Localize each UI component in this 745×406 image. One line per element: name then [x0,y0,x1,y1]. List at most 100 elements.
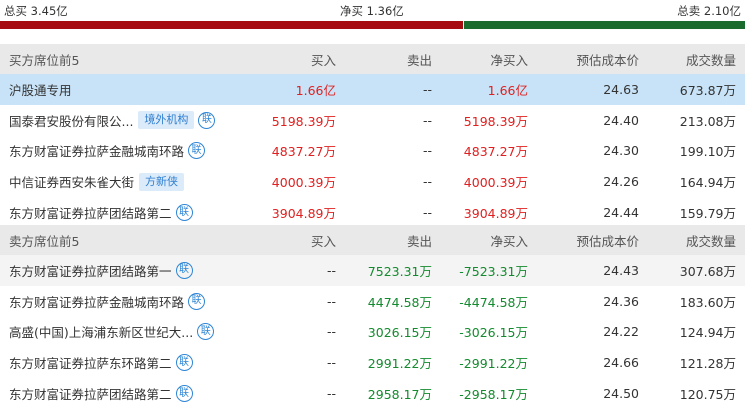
buy-cell: -- [326,293,336,309]
vol-cell: 124.94万 [679,325,736,341]
sell-header-buy: 买入 [310,233,336,249]
buy-cell: 1.66亿 [295,82,336,98]
sell-cell: -- [422,143,432,159]
sell-cell: 3026.15万 [367,325,432,341]
cost-cell: 24.26 [603,174,639,190]
buy-cell: -- [326,386,336,402]
buy-sell-ratio-bar [0,21,745,29]
seat-name-cell[interactable]: 东方财富证券拉萨团结路第二联 [9,384,193,403]
seat-name-cell[interactable]: 东方财富证券拉萨团结路第二联 [9,203,193,222]
buy-cell: -- [326,262,336,278]
vol-cell: 673.87万 [679,82,736,98]
vol-cell: 307.68万 [679,263,736,279]
seat-name-cell[interactable]: 东方财富证券拉萨金融城南环路联 [9,292,206,311]
seat-name: 东方财富证券拉萨金融城南环路 [9,144,185,160]
seat-name: 高盛(中国)上海浦东新区世纪大... [9,325,194,341]
cost-cell: 24.30 [603,143,639,159]
buy-header-sell: 卖出 [406,52,432,68]
sell-header-volume: 成交数量 [685,233,736,249]
cost-cell: 24.63 [603,81,639,97]
net-cell: -2958.17万 [459,387,528,403]
sell-cell: -- [422,112,432,128]
net-cell: 1.66亿 [487,82,528,98]
seat-name: 沪股通专用 [9,82,72,98]
buy-header-buy: 买入 [310,52,336,68]
buy-ratio-fill [0,21,464,29]
buy-header-net: 净买入 [490,52,528,68]
seat-name-cell[interactable]: 中信证券西安朱雀大街 方新侠 [9,172,185,191]
cost-cell: 24.43 [603,262,639,278]
linked-seat-icon[interactable]: 联 [197,323,215,341]
sell-cell: 2991.22万 [367,356,432,372]
seat-name: 东方财富证券拉萨金融城南环路 [9,294,185,310]
net-cell: 4837.27万 [463,144,528,160]
table-row[interactable]: 东方财富证券拉萨金融城南环路联 -- 4474.58万 -4474.58万 24.36 1… [0,286,745,317]
cost-cell: 24.44 [603,205,639,221]
net-cell: -3026.15万 [459,325,528,341]
buy-cell: -- [326,324,336,340]
buy-cell: 4837.27万 [271,144,336,160]
seat-name-cell[interactable]: 高盛(中国)上海浦东新区世纪大... 联 [9,322,215,341]
net-cell: -4474.58万 [459,294,528,310]
buy-header-seat: 买方席位前5 [9,52,80,68]
table-row[interactable]: 东方财富证券拉萨金融城南环路联 4837.27万 -- 4837.27万 24.30 19… [0,136,745,167]
sell-cell: -- [422,205,432,221]
net-cell: 3904.89万 [463,206,528,222]
seat-name-cell[interactable]: 东方财富证券拉萨东环路第二联 [9,353,193,372]
seat-name-cell[interactable]: 东方财富证券拉萨团结路第一联 [9,261,193,280]
table-row[interactable]: 国泰君安股份有限公... 境外机构联 5198.39万 -- 5198.39万 24.40… [0,105,745,136]
vol-cell: 120.75万 [679,387,736,403]
buy-seats-table: 买方席位前5 买入 卖出 净买入 预估成本价 成交数量沪股通专用 1.66亿 -- 1.66亿 2… [0,44,745,228]
linked-seat-icon[interactable]: 联 [175,385,193,403]
net-cell: -7523.31万 [459,263,528,279]
cost-cell: 24.36 [603,293,639,309]
vol-cell: 121.28万 [679,356,736,372]
cost-cell: 24.40 [603,112,639,128]
vol-cell: 199.10万 [679,144,736,160]
linked-seat-icon[interactable]: 联 [188,292,206,310]
seat-name: 东方财富证券拉萨东环路第二 [9,356,172,372]
linked-seat-icon[interactable]: 联 [198,111,216,129]
seat-tag[interactable]: 方新侠 [139,172,185,191]
sell-table-header: 卖方席位前5 买入 卖出 净买入 预估成本价 成交数量 [0,225,745,255]
sell-cell: -- [422,174,432,190]
table-row[interactable]: 沪股通专用 1.66亿 -- 1.66亿 24.63 673.87万 [0,74,745,105]
table-row[interactable]: 东方财富证券拉萨团结路第二联 3904.89万 -- 3904.89万 24.44 159… [0,197,745,228]
vol-cell: 164.94万 [679,175,736,191]
linked-seat-icon[interactable]: 联 [175,204,193,222]
seat-name-cell[interactable]: 沪股通专用 [9,80,72,99]
cost-cell: 24.50 [603,386,639,402]
linked-seat-icon[interactable]: 联 [175,354,193,372]
seat-tag[interactable]: 境外机构 [138,111,195,130]
net-cell: -2991.22万 [459,356,528,372]
buy-cell: -- [326,355,336,371]
sell-header-net: 净买入 [490,233,528,249]
cost-cell: 24.66 [603,355,639,371]
table-row[interactable]: 东方财富证券拉萨团结路第二联 -- 2958.17万 -2958.17万 24.50 12… [0,378,745,406]
seat-name: 东方财富证券拉萨团结路第一 [9,263,172,279]
table-row[interactable]: 东方财富证券拉萨团结路第一联 -- 7523.31万 -7523.31万 24.43 30… [0,255,745,286]
total-buy-label: 总买 3.45亿 [4,4,68,18]
buy-header-cost: 预估成本价 [576,52,639,68]
table-row[interactable]: 中信证券西安朱雀大街 方新侠 4000.39万 -- 4000.39万 24.26 164.… [0,166,745,197]
seat-name-cell[interactable]: 东方财富证券拉萨金融城南环路联 [9,141,206,160]
vol-cell: 183.60万 [679,294,736,310]
total-sell-label: 总卖 2.10亿 [677,4,741,18]
table-row[interactable]: 东方财富证券拉萨东环路第二联 -- 2991.22万 -2991.22万 24.66 12… [0,347,745,378]
sell-cell: 7523.31万 [367,263,432,279]
buy-cell: 4000.39万 [271,175,336,191]
seat-name: 东方财富证券拉萨团结路第二 [9,206,172,222]
linked-seat-icon[interactable]: 联 [175,261,193,279]
net-cell: 4000.39万 [463,175,528,191]
sell-ratio-fill [464,21,745,29]
buy-cell: 3904.89万 [271,206,336,222]
linked-seat-icon[interactable]: 联 [188,142,206,160]
buy-header-volume: 成交数量 [685,52,736,68]
sell-seats-table: 卖方席位前5 买入 卖出 净买入 预估成本价 成交数量 东方财富证券拉萨团结路第一联 -- 75… [0,225,745,406]
seat-name-cell[interactable]: 国泰君安股份有限公... 境外机构联 [9,111,216,130]
table-row[interactable]: 高盛(中国)上海浦东新区世纪大... 联 -- 3026.15万 -3026.15万 24… [0,317,745,348]
sell-cell: 4474.58万 [367,294,432,310]
seat-name: 中信证券西安朱雀大街 [9,175,135,191]
sell-header-cost: 预估成本价 [576,233,639,249]
seat-name: 国泰君安股份有限公... [9,113,134,129]
